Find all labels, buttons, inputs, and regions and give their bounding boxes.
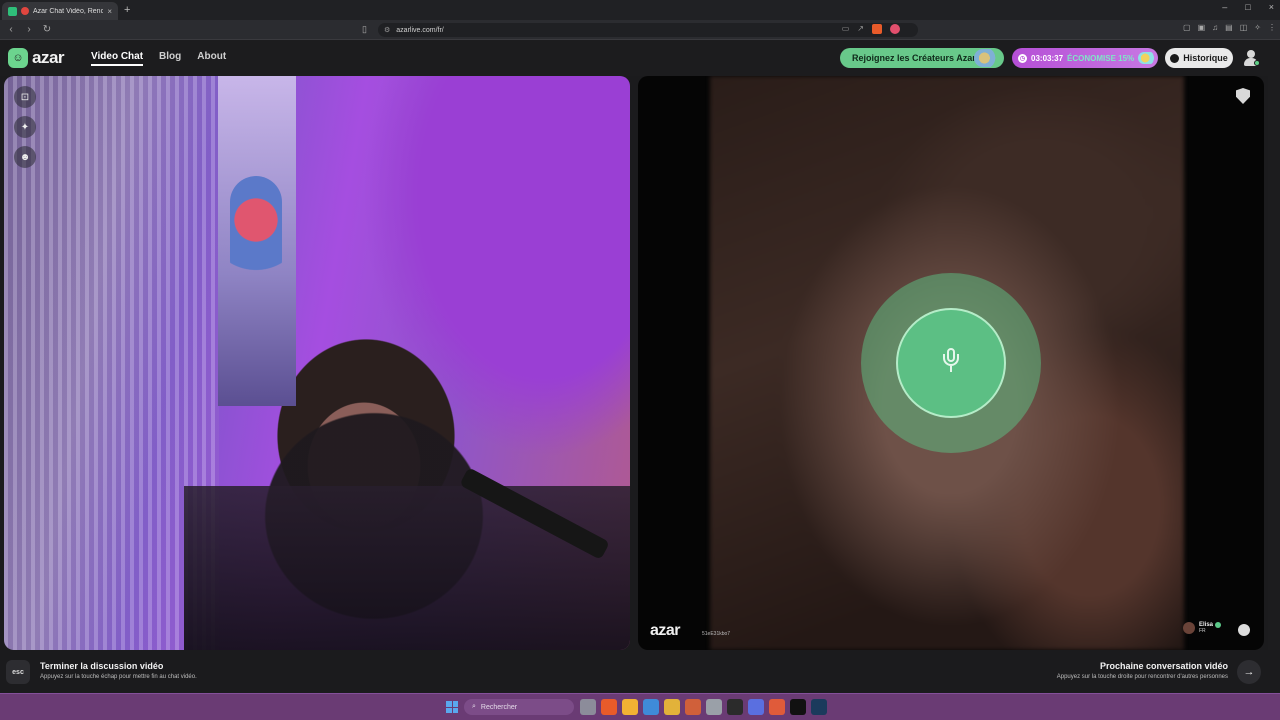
promo-save-label: ÉCONOMISE 15% (1067, 53, 1135, 63)
forward-button[interactable]: › (22, 24, 36, 35)
m-app-icon[interactable] (790, 699, 806, 715)
local-video: ⊡ ✦ ☻ (4, 76, 630, 650)
bookmark-icon[interactable]: ▯ (362, 24, 367, 35)
history-label: Historique (1183, 53, 1228, 63)
next-chat-button[interactable]: → (1237, 660, 1261, 684)
join-creators-label: Rejoignez les Créateurs Azar (852, 53, 976, 63)
url-text: azarlive.com/fr/ (396, 26, 444, 34)
brave-app-icon[interactable] (601, 699, 617, 715)
chat-bubble-icon[interactable] (1238, 624, 1250, 636)
tab-title: Azar Chat Vidéo, Rencontre (33, 7, 104, 15)
poster-art-scene (230, 176, 282, 286)
bottom-controls: esc Terminer la discussion vidéo Appuyez… (0, 650, 1280, 692)
maximize-button[interactable]: □ (1245, 2, 1250, 12)
promo-button[interactable]: ◷ 03:03:37 ÉCONOMISE 15% (1012, 48, 1158, 68)
browser-sidebar (1268, 40, 1280, 690)
profile-avatar-icon[interactable] (1243, 50, 1260, 66)
brave-rewards-icon[interactable] (890, 24, 900, 34)
app-icon[interactable] (643, 699, 659, 715)
wallet-icon[interactable]: ▤ (1225, 23, 1233, 32)
azar-logo[interactable]: ☺ azar (8, 48, 65, 68)
nav-about[interactable]: About (197, 51, 226, 66)
task-view-icon[interactable] (580, 699, 596, 715)
next-chat-title: Prochaine conversation vidéo (1099, 661, 1228, 671)
reload-button[interactable]: ↻ (40, 24, 54, 35)
voice-app-icon[interactable] (622, 699, 638, 715)
session-id: 51eE31kbo7 (702, 631, 731, 637)
split-view-icon[interactable]: ◫ (1240, 23, 1248, 32)
leo-icon[interactable]: ✧ (1254, 23, 1261, 32)
promo-timer: 03:03:37 (1031, 53, 1064, 63)
game-app-icon[interactable] (685, 699, 701, 715)
end-chat-title: Terminer la discussion vidéo (40, 661, 164, 671)
azar-logo-icon: ☺ (8, 48, 28, 68)
terminal-icon[interactable] (727, 699, 743, 715)
back-button[interactable]: ‹ (4, 24, 18, 35)
media-icon[interactable]: ♫ (1212, 23, 1218, 32)
extension-icon[interactable]: ▢ (1183, 23, 1191, 32)
url-actions: ▭ ↗ (842, 24, 900, 34)
peer-info[interactable]: Elisa FR (1183, 622, 1222, 634)
extension-icons: ▢ ▣ ♫ ▤ ◫ ✧ ⋮ (1183, 23, 1276, 32)
screen: Azar Chat Vidéo, Rencontre × + – □ × ‹ ›… (0, 0, 1280, 720)
clock-icon (1170, 53, 1180, 63)
close-window-button[interactable]: × (1269, 2, 1274, 12)
creators-illustration-icon (974, 49, 1000, 67)
desk-scene (184, 486, 630, 650)
site-header: ☺ azar Video Chat Blog About Rejoignez l… (0, 40, 1280, 76)
windows-taskbar: ⌕ Rechercher (0, 693, 1280, 720)
microphone-icon (943, 348, 959, 374)
gems-icon (1138, 52, 1157, 64)
minimize-button[interactable]: – (1222, 2, 1227, 12)
remote-video: azar 51eE31kbo7 Elisa FR (638, 76, 1264, 650)
new-tab-button[interactable]: + (124, 4, 130, 16)
camera-switch-icon[interactable]: ⊡ (14, 86, 36, 108)
browser-tab-strip: Azar Chat Vidéo, Rencontre × + – □ × (0, 0, 1280, 20)
end-chat-hint: Appuyez sur la touche échap pour mettre … (40, 674, 197, 680)
discord-icon[interactable] (748, 699, 764, 715)
address-bar: ‹ › ↻ ▯ ⚙ azarlive.com/fr/ ▭ ↗ ▢ ▣ ♫ ▤ ◫… (0, 20, 1280, 40)
brave-shields-icon[interactable] (872, 24, 882, 34)
main-nav: Video Chat Blog About (91, 51, 226, 66)
nav-blog[interactable]: Blog (159, 51, 181, 66)
store-icon[interactable] (706, 699, 722, 715)
search-icon: ⌕ (472, 703, 476, 710)
taskbar-search-placeholder: Rechercher (480, 703, 518, 711)
browser-tab[interactable]: Azar Chat Vidéo, Rencontre × (2, 2, 118, 20)
steam-icon[interactable] (811, 699, 827, 715)
history-button[interactable]: Historique (1165, 48, 1233, 68)
peer-avatar (1183, 622, 1195, 634)
online-status-icon (1254, 60, 1260, 66)
report-shield-icon[interactable] (1236, 88, 1250, 104)
peer-country: FR (1199, 628, 1206, 634)
azar-watermark: azar (650, 622, 681, 639)
logo-text: azar (32, 48, 65, 67)
mask-icon[interactable]: ☻ (14, 146, 36, 168)
esc-button[interactable]: esc (6, 660, 30, 684)
window-controls: – □ × (1222, 2, 1274, 12)
close-tab-icon[interactable]: × (107, 7, 112, 16)
video-tools: ⊡ ✦ ☻ (14, 86, 36, 180)
timer-icon: ◷ (1018, 53, 1027, 63)
windows-start-icon[interactable] (446, 701, 458, 713)
file-explorer-icon[interactable] (664, 699, 680, 715)
menu-icon[interactable]: ⋮ (1268, 23, 1276, 32)
taskbar-apps (580, 699, 827, 715)
taskbar-search[interactable]: ⌕ Rechercher (464, 699, 574, 715)
next-chat-hint: Appuyez sur la touche droite pour rencon… (1056, 674, 1228, 680)
join-creators-button[interactable]: Rejoignez les Créateurs Azar (840, 48, 1004, 68)
site-info-icon[interactable]: ⚙ (384, 26, 390, 34)
chrome-icon[interactable] (769, 699, 785, 715)
cast-icon[interactable]: ▭ (842, 24, 850, 34)
url-field[interactable]: ⚙ azarlive.com/fr/ ▭ ↗ (378, 23, 918, 37)
sidebar-icon[interactable]: ▣ (1198, 23, 1206, 32)
effects-icon[interactable]: ✦ (14, 116, 36, 138)
nav-video-chat[interactable]: Video Chat (91, 51, 144, 66)
azar-favicon-icon (8, 6, 17, 16)
share-icon[interactable]: ↗ (857, 24, 864, 34)
recording-icon (21, 7, 29, 15)
